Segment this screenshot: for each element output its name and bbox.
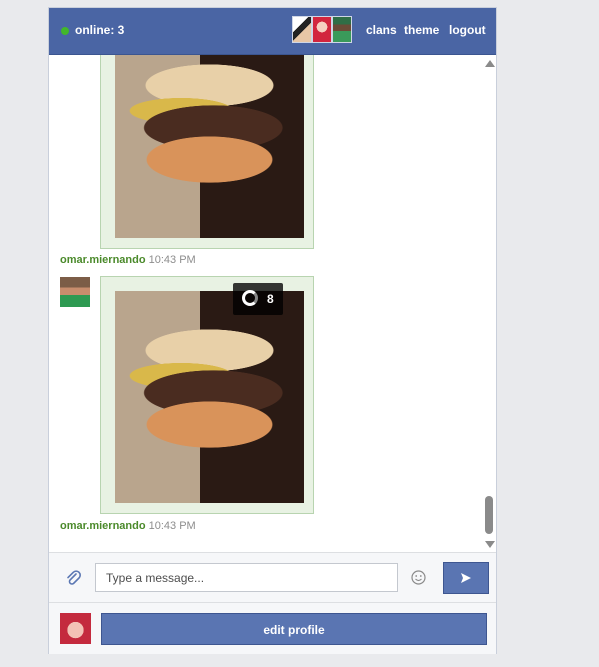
burger-photo[interactable] [115,55,304,238]
message-time: 10:43 PM [148,254,196,266]
sender-avatar[interactable] [60,277,90,307]
paperclip-icon[interactable] [65,569,81,587]
edit-profile-button[interactable]: edit profile [101,613,487,645]
message-meta: omar.miernando 10:43 PM [60,520,196,532]
message-username[interactable]: omar.miernando [60,254,146,266]
message-image-card[interactable] [100,55,314,249]
chat-header: online: 3 clans theme logout [49,8,496,55]
timer-badge: 8 [233,283,283,315]
message-input[interactable] [95,563,398,592]
scroll-down-arrow-icon[interactable] [485,541,495,548]
online-count: online: 3 [75,23,125,37]
send-button[interactable] [443,562,489,594]
scrollbar-thumb[interactable] [485,496,493,534]
online-status-dot [61,27,69,35]
send-icon [461,573,471,583]
theme-link[interactable]: theme [404,23,439,37]
online-user-avatar[interactable] [332,16,352,43]
message-meta: omar.miernando 10:43 PM [60,254,196,266]
message-list[interactable]: omar.miernando 10:43 PM 8 omar.miernando… [49,55,496,552]
clans-link[interactable]: clans [366,23,397,37]
message-time: 10:43 PM [148,520,196,532]
timer-spinner-icon [242,290,258,306]
chat-panel: online: 3 clans theme logout omar.mierna… [48,7,497,654]
message-username[interactable]: omar.miernando [60,520,146,532]
logout-link[interactable]: logout [449,23,486,37]
online-user-avatar[interactable] [292,16,312,43]
profile-footer: edit profile [49,602,496,654]
timer-count: 8 [267,292,274,306]
online-user-avatar[interactable] [312,16,332,43]
scroll-up-arrow-icon[interactable] [485,60,495,67]
smiley-icon[interactable] [411,570,426,585]
message-image-card[interactable]: 8 [100,276,314,514]
burger-photo[interactable] [115,291,304,503]
message-composer [49,552,496,603]
my-avatar[interactable] [60,613,91,644]
